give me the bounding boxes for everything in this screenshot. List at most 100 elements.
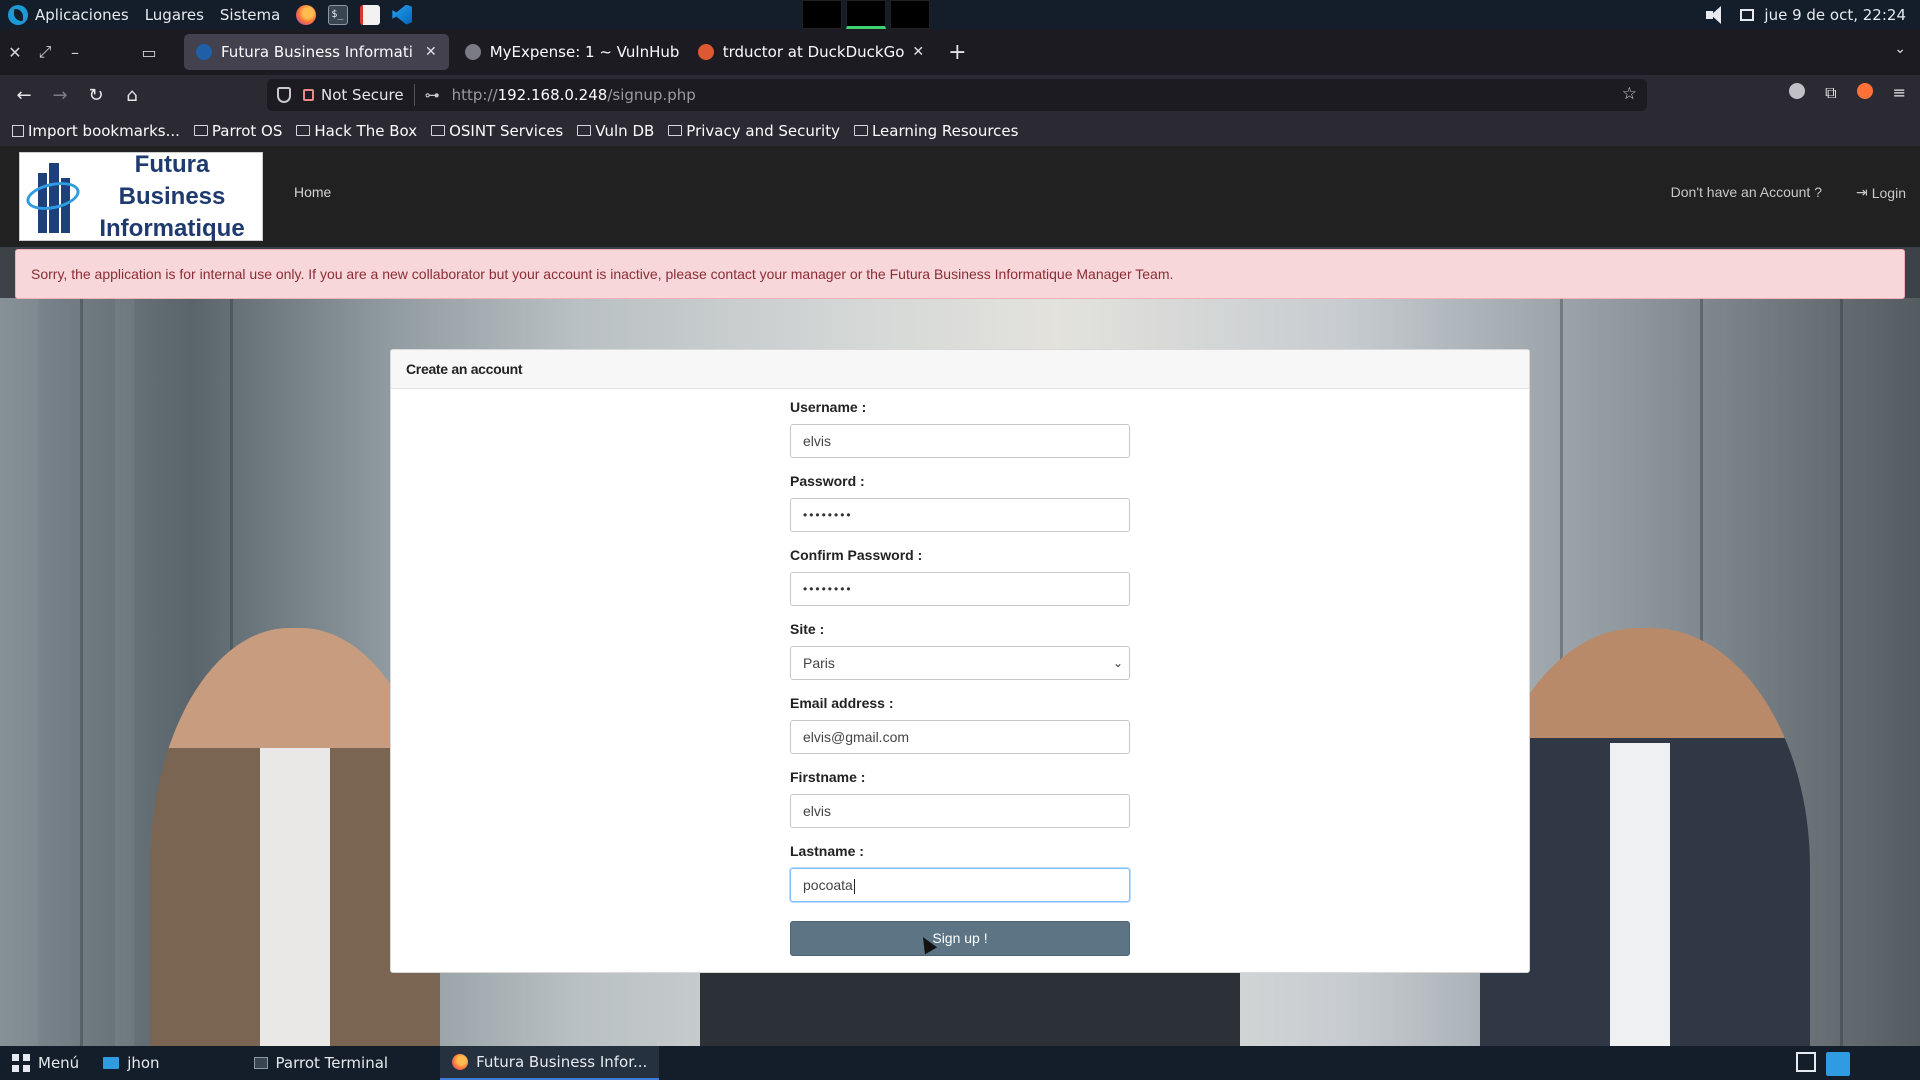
key-icon[interactable]: ⊶ <box>425 86 440 104</box>
tab-futura[interactable]: Futura Business Informati ✕ <box>184 34 449 70</box>
confirm-password-label: Confirm Password : <box>790 547 923 563</box>
site-select[interactable]: Paris ⌄ <box>790 646 1130 680</box>
system-tray <box>1796 1052 1850 1076</box>
tab-title: MyExpense: 1 ~ VulnHub <box>489 43 680 61</box>
clock[interactable]: jue 9 de oct, 22:24 <box>1764 6 1906 24</box>
confirm-password-input[interactable]: •••••••• <box>790 572 1130 606</box>
signup-form: Username : elvis Password : •••••••• Con… <box>790 400 1130 918</box>
site-select-value: Paris <box>803 655 835 671</box>
update-notifier-icon[interactable] <box>1826 1052 1850 1076</box>
extensions-puzzle-icon[interactable]: ⧉ <box>1825 83 1836 103</box>
username-label: Username : <box>790 399 867 415</box>
folder-icon <box>577 125 592 136</box>
bookmark-hack-the-box[interactable]: Hack The Box <box>296 122 417 140</box>
futura-favicon-icon <box>196 44 212 60</box>
tab-overview-icon[interactable]: ▭ <box>134 43 164 62</box>
menu-sistema[interactable]: Sistema <box>220 6 280 24</box>
insecure-lock-icon[interactable] <box>303 89 314 101</box>
url-text[interactable]: http://192.168.0.248/signup.php <box>452 86 696 104</box>
taskbar-item-firefox[interactable]: Futura Business Infor... <box>440 1046 660 1080</box>
nav-no-account-link[interactable]: Don't have an Account ? <box>1671 184 1822 200</box>
apps-grid-icon <box>12 1054 30 1072</box>
hamburger-menu-icon[interactable]: ≡ <box>1893 83 1906 103</box>
firefox-launcher-icon[interactable] <box>296 4 317 25</box>
parrot-logo-icon[interactable] <box>8 4 28 25</box>
password-input[interactable]: •••••••• <box>790 498 1130 532</box>
nav-home-link[interactable]: Home <box>294 184 331 200</box>
folder-icon <box>668 125 683 136</box>
import-icon <box>12 124 24 137</box>
tab-close-icon[interactable]: ✕ <box>425 44 437 60</box>
taskbar-item-label: Parrot Terminal <box>275 1054 389 1072</box>
tracking-shield-icon[interactable] <box>277 87 291 103</box>
keyboard-layout-icon[interactable] <box>1796 1052 1816 1072</box>
lastname-input[interactable]: pocoata <box>790 868 1130 902</box>
forward-icon[interactable]: → <box>42 85 78 106</box>
bookmark-privacy[interactable]: Privacy and Security <box>668 122 840 140</box>
url-bar[interactable]: Not Secure ⊶ http://192.168.0.248/signup… <box>267 79 1647 111</box>
site-label: Site : <box>790 621 825 637</box>
tab-duckduckgo[interactable]: trductor at DuckDuckGo ✕ <box>686 34 936 70</box>
browser-tab-bar: ✕ ⤢ – ▭ Futura Business Informati ✕ MyEx… <box>0 29 1920 75</box>
divider <box>413 84 415 106</box>
password-label: Password : <box>790 473 865 489</box>
folder-icon <box>853 125 868 136</box>
card-title: Create an account <box>391 350 1529 389</box>
reload-icon[interactable]: ↻ <box>78 85 114 106</box>
window-minimize-icon[interactable]: – <box>60 43 90 62</box>
site-navbar: Futura Business Informatique Home Don't … <box>0 146 1920 247</box>
volume-icon[interactable] <box>1706 5 1730 24</box>
firefox-icon <box>452 1054 469 1070</box>
building-logo-icon <box>23 161 83 233</box>
os-taskbar: Menú jhon Parrot Terminal Futura Busines… <box>0 1046 1920 1080</box>
start-menu-button[interactable]: Menú <box>0 1046 91 1080</box>
email-input[interactable]: elvis@gmail.com <box>790 720 1130 754</box>
taskbar-item-jhon[interactable]: jhon <box>91 1046 171 1080</box>
security-label[interactable]: Not Secure <box>321 86 404 104</box>
back-icon[interactable]: ← <box>6 85 42 106</box>
menu-aplicaciones[interactable]: Aplicaciones <box>35 6 129 24</box>
menu-lugares[interactable]: Lugares <box>145 6 204 24</box>
email-label: Email address : <box>790 695 894 711</box>
bookmark-star-icon[interactable]: ☆ <box>1622 84 1637 104</box>
browser-nav-bar: ← → ↻ ⌂ Not Secure ⊶ http://192.168.0.24… <box>0 75 1920 115</box>
display-icon[interactable] <box>1740 8 1755 21</box>
bookmark-vuln-db[interactable]: Vuln DB <box>577 122 654 140</box>
firstname-label: Firstname : <box>790 769 866 785</box>
workspace-1[interactable] <box>802 0 842 29</box>
home-icon[interactable]: ⌂ <box>114 85 150 106</box>
bookmark-osint[interactable]: OSINT Services <box>431 122 563 140</box>
window-close-icon[interactable]: ✕ <box>0 43 30 62</box>
workspace-switcher <box>802 0 930 29</box>
nav-login-link[interactable]: ⇥ Login <box>1856 184 1906 201</box>
chevron-down-icon: ⌄ <box>1112 656 1123 670</box>
new-tab-icon[interactable]: + <box>948 40 966 65</box>
text-editor-launcher-icon[interactable] <box>360 4 381 25</box>
duckduckgo-favicon-icon <box>697 44 714 60</box>
bookmark-import[interactable]: Import bookmarks... <box>12 122 180 140</box>
workspace-3[interactable] <box>890 0 930 29</box>
vscode-launcher-icon[interactable] <box>392 4 413 25</box>
tab-vulnhub[interactable]: MyExpense: 1 ~ VulnHub <box>453 34 682 70</box>
login-icon: ⇥ <box>1856 184 1868 200</box>
list-all-tabs-icon[interactable]: ⌄ <box>1894 41 1906 57</box>
taskbar-item-terminal[interactable]: Parrot Terminal <box>242 1046 401 1080</box>
workspace-2[interactable] <box>846 0 886 29</box>
login-label: Login <box>1871 184 1906 201</box>
username-input[interactable]: elvis <box>790 424 1130 458</box>
taskbar-item-label: jhon <box>127 1054 160 1072</box>
text-cursor <box>853 878 855 894</box>
vulnhub-favicon-icon <box>464 44 481 60</box>
signup-button[interactable]: Sign up ! <box>790 921 1130 956</box>
folder-icon <box>193 125 208 136</box>
bookmark-parrot-os[interactable]: Parrot OS <box>193 122 282 140</box>
bookmark-learning[interactable]: Learning Resources <box>853 122 1018 140</box>
internal-use-alert: Sorry, the application is for internal u… <box>15 249 1905 299</box>
extension-icon[interactable] <box>1789 83 1806 99</box>
firstname-input[interactable]: elvis <box>790 794 1130 828</box>
firefox-account-icon[interactable] <box>1856 83 1873 99</box>
window-restore-icon[interactable]: ⤢ <box>30 42 60 62</box>
site-logo[interactable]: Futura Business Informatique <box>19 151 263 242</box>
tab-close-icon[interactable]: ✕ <box>912 44 924 60</box>
terminal-launcher-icon[interactable]: $_ <box>328 4 349 25</box>
